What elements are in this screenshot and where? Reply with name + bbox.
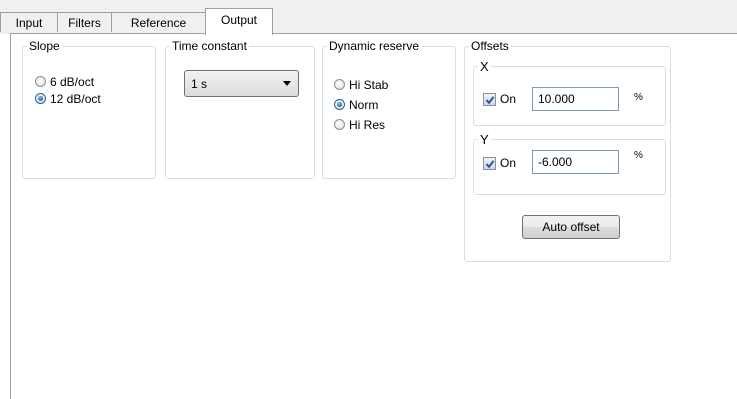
time-constant-dropdown[interactable]: 1 s <box>184 70 299 97</box>
time-constant-group: Time constant <box>165 40 315 179</box>
reserve-option-label: Hi Stab <box>349 77 389 92</box>
offset-x-on-label: On <box>500 92 517 106</box>
slope-group-title: Slope <box>29 39 60 53</box>
tab-input[interactable]: Input <box>0 12 58 32</box>
offset-y-value-input[interactable] <box>532 150 619 174</box>
tab-reference[interactable]: Reference <box>111 12 206 32</box>
radio-button-icon[interactable] <box>35 76 46 87</box>
auto-offset-button[interactable]: Auto offset <box>522 215 620 239</box>
offset-x-title: X <box>480 59 489 74</box>
time-constant-group-title: Time constant <box>172 39 247 53</box>
tab-strip: Input Filters Reference Output <box>0 0 737 35</box>
time-constant-value: 1 s <box>191 76 208 91</box>
slope-option-label: 12 dB/oct <box>50 91 101 106</box>
reserve-option-label: Hi Res <box>349 117 386 132</box>
offset-x-value-input[interactable] <box>532 87 619 111</box>
tab-output[interactable]: Output <box>205 8 273 35</box>
radio-button-icon[interactable] <box>334 79 345 90</box>
dynamic-reserve-group-title: Dynamic reserve <box>329 39 420 53</box>
radio-button-checked-icon[interactable] <box>35 93 46 104</box>
reserve-radio-hi-res[interactable]: Hi Res <box>334 117 385 132</box>
tab-filters[interactable]: Filters <box>57 12 112 32</box>
offset-y-on-checkbox[interactable]: On <box>483 156 516 170</box>
chevron-down-icon[interactable] <box>283 81 291 86</box>
slope-radio-12db[interactable]: 12 dB/oct <box>35 91 101 106</box>
offset-x-unit: % <box>634 92 643 103</box>
offset-x-on-checkbox[interactable]: On <box>483 92 516 106</box>
radio-button-checked-icon[interactable] <box>334 99 345 110</box>
reserve-radio-hi-stab[interactable]: Hi Stab <box>334 77 388 92</box>
radio-button-icon[interactable] <box>334 119 345 130</box>
slope-radio-6db[interactable]: 6 dB/oct <box>35 74 94 89</box>
reserve-option-label: Norm <box>349 97 379 112</box>
checkbox-checked-icon[interactable] <box>483 156 496 170</box>
reserve-radio-norm[interactable]: Norm <box>334 97 378 112</box>
slope-option-label: 6 dB/oct <box>50 74 95 89</box>
offset-y-unit: % <box>634 150 643 161</box>
slope-group: Slope <box>22 40 156 179</box>
offset-y-on-label: On <box>500 156 517 170</box>
offsets-group-title: Offsets <box>471 39 509 53</box>
offset-y-title: Y <box>480 132 489 147</box>
checkbox-checked-icon[interactable] <box>483 92 496 106</box>
